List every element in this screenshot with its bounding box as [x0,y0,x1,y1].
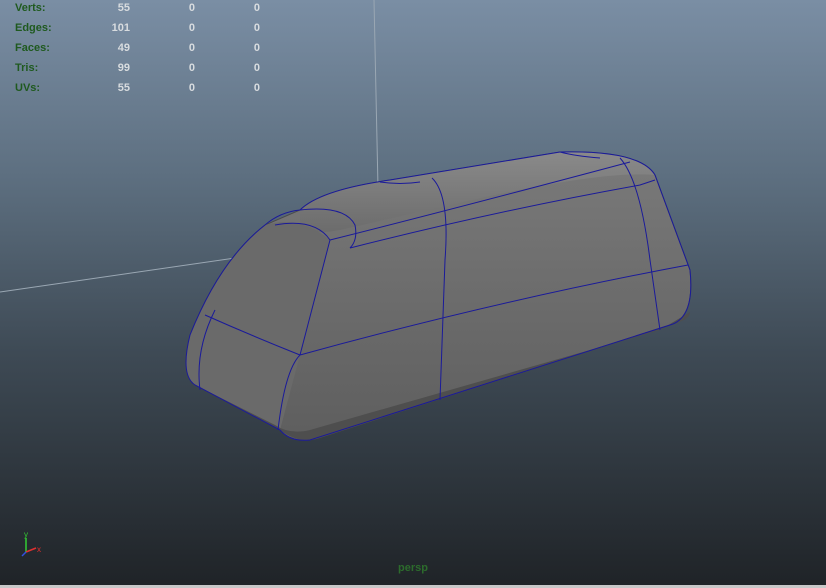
hud-value: 49 [117,42,130,54]
axis-y-label: y [24,530,28,539]
grid-line-vertical [373,0,379,189]
hud-row-faces: Faces: 49 0 0 [0,42,280,56]
hud-value: 0 [253,42,260,54]
hud-value: 101 [111,22,130,34]
hud-row-tris: Tris: 99 0 0 [0,62,280,76]
hud-label: Faces: [15,42,50,54]
hud-value: 0 [253,22,260,34]
hud-value: 55 [117,82,130,94]
perspective-viewport[interactable]: Verts: 55 0 0 Edges: 101 0 0 Faces: 49 0… [0,0,826,588]
hud-label: Verts: [15,2,46,14]
axis-gizmo-icon: y x [21,530,41,557]
hud-row-verts: Verts: 55 0 0 [0,2,280,16]
camera-name-label: persp [398,562,428,574]
hud-label: Tris: [15,62,39,74]
hud-value: 0 [188,62,195,74]
van-mesh[interactable] [185,151,692,441]
hud-value: 0 [253,62,260,74]
hud-value: 0 [188,82,195,94]
hud-value: 99 [117,62,130,74]
hud-value: 0 [188,2,195,14]
hud-value: 0 [253,2,260,14]
hud-row-edges: Edges: 101 0 0 [0,22,280,36]
hud-row-uvs: UVs: 55 0 0 [0,82,280,96]
hud-value: 0 [188,42,195,54]
hud-value: 0 [188,22,195,34]
hud-value: 0 [253,82,260,94]
hud-label: UVs: [15,82,41,94]
hud-value: 55 [117,2,130,14]
axis-x-label: x [37,545,41,554]
hud-label: Edges: [15,22,52,34]
